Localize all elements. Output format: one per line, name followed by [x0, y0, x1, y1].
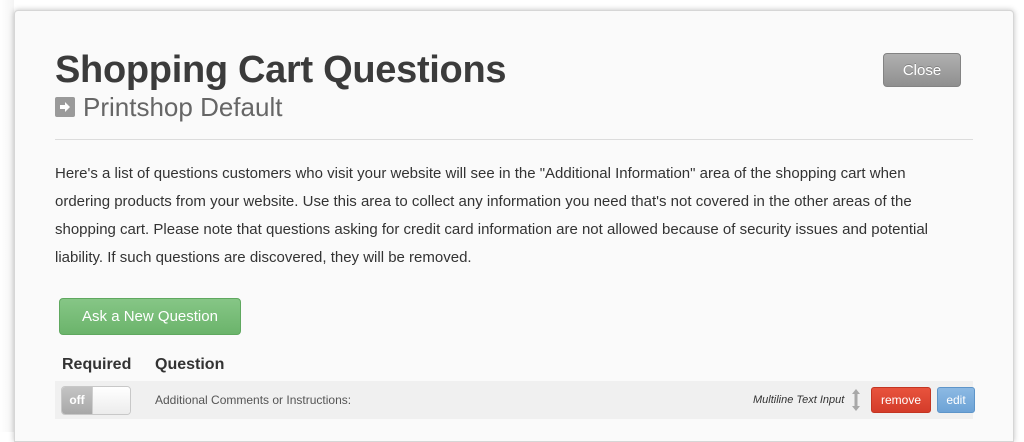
drag-handle-icon[interactable] [851, 388, 861, 412]
toggle-knob [92, 387, 130, 414]
column-header-question: Question [155, 356, 225, 373]
subtitle-text: Printshop Default [83, 92, 283, 122]
required-toggle[interactable]: off [61, 386, 131, 415]
page-backdrop [0, 0, 14, 432]
modal-title: Shopping Cart Questions [55, 49, 507, 91]
arrow-right-icon [55, 97, 75, 117]
close-button[interactable]: Close [883, 53, 961, 87]
question-text: Additional Comments or Instructions: [155, 393, 352, 407]
table-row: off Additional Comments or Instructions:… [55, 381, 975, 419]
edit-button[interactable]: edit [937, 387, 975, 413]
questions-modal: Shopping Cart Questions Printshop Defaul… [14, 10, 1014, 442]
description-text: Here's a list of questions customers who… [55, 165, 929, 266]
question-type: Multiline Text Input [753, 394, 845, 406]
toggle-off-label: off [62, 387, 92, 414]
column-header-required: Required [62, 356, 132, 373]
modal-subtitle: Printshop Default [55, 91, 282, 123]
remove-button[interactable]: remove [871, 387, 931, 413]
divider [55, 139, 973, 140]
ask-new-question-button[interactable]: Ask a New Question [59, 298, 241, 335]
